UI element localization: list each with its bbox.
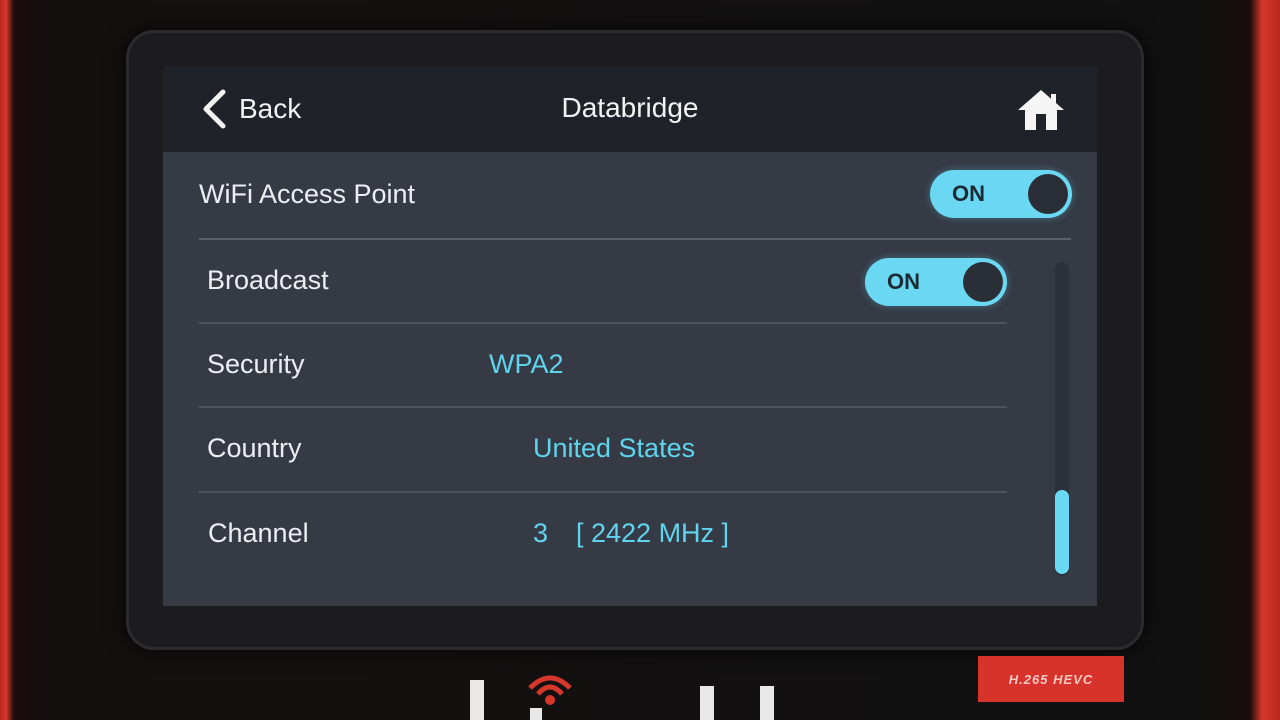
home-icon[interactable] bbox=[1015, 86, 1067, 134]
toggle-state: ON bbox=[952, 181, 985, 206]
page-title: Databridge bbox=[561, 92, 699, 123]
channel-label: Channel bbox=[208, 517, 309, 548]
country-row[interactable]: Country United States bbox=[207, 406, 1007, 490]
broadcast-row[interactable]: Broadcast bbox=[207, 238, 329, 322]
wifi-access-point-label: WiFi Access Point bbox=[199, 178, 416, 209]
scrollbar[interactable] bbox=[1055, 262, 1069, 576]
touch-screen: Back Databridge WiFi Access Point ON Bro… bbox=[163, 66, 1097, 606]
scrollbar-thumb[interactable] bbox=[1055, 490, 1069, 574]
country-label: Country bbox=[207, 432, 302, 463]
security-row[interactable]: Security WPA2 bbox=[207, 322, 1007, 406]
security-value: WPA2 bbox=[489, 348, 564, 379]
country-value: United States bbox=[533, 432, 696, 463]
brand-logo bbox=[470, 675, 774, 720]
channel-row[interactable]: Channel 3 [ 2422 MHz ] bbox=[208, 491, 1008, 575]
header-bar: Back Databridge bbox=[163, 66, 1097, 152]
codec-badge: H.265 HEVC bbox=[978, 656, 1124, 702]
security-label: Security bbox=[207, 348, 305, 379]
channel-number: 3 bbox=[533, 517, 549, 548]
broadcast-label: Broadcast bbox=[207, 264, 329, 295]
device-housing: Back Databridge WiFi Access Point ON Bro… bbox=[0, 0, 1280, 720]
toggle-knob bbox=[1028, 174, 1068, 214]
channel-frequency: [ 2422 MHz ] bbox=[576, 517, 730, 548]
toggle-state: ON bbox=[887, 269, 920, 294]
broadcast-toggle[interactable]: ON bbox=[865, 258, 1007, 306]
wifi-access-point-row: WiFi Access Point bbox=[199, 152, 415, 236]
toggle-knob bbox=[963, 262, 1003, 302]
wifi-access-point-toggle[interactable]: ON bbox=[930, 170, 1072, 218]
section-divider bbox=[199, 238, 1071, 240]
